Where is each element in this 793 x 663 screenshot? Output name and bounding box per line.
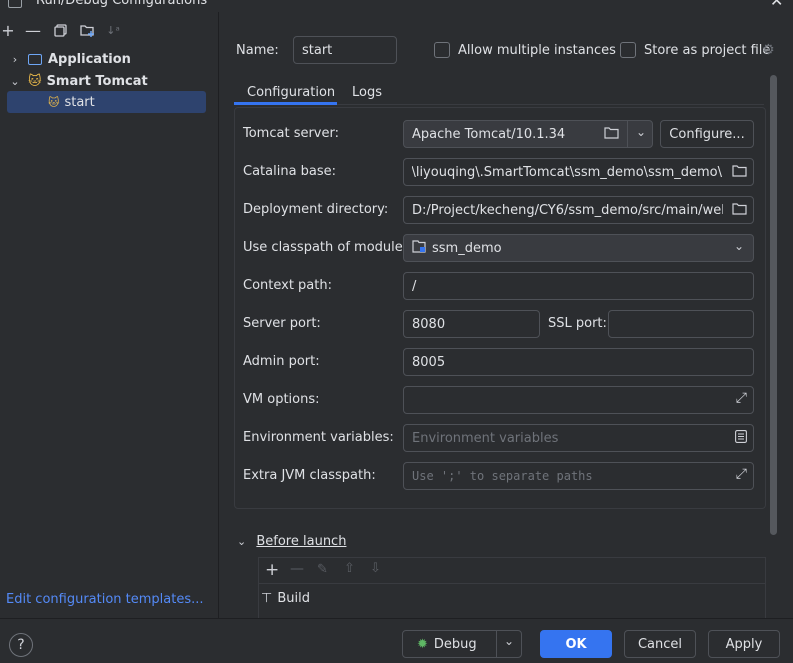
extra-jvm-label: Extra JVM classpath: <box>243 468 376 483</box>
server-port-input[interactable]: 8080 <box>403 310 540 338</box>
tomcat-icon: 🐱 <box>48 95 60 109</box>
context-path-input[interactable]: / <box>403 272 754 300</box>
before-launch-header[interactable]: ⌄ Before launch <box>237 534 346 549</box>
copy-icon[interactable] <box>50 20 70 40</box>
classpath-module-label: Use classpath of module: <box>243 240 408 255</box>
env-vars-placeholder: Environment variables <box>412 430 559 446</box>
configuration-tree-panel: + — ↓ᵃ › Application ⌄ 🐱 Smart Tomcat 🐱 … <box>0 12 219 618</box>
before-launch-list: ⊤ Build <box>258 583 766 623</box>
catalina-base-input[interactable]: \Users\liyouqing\.SmartTomcat\ssm_demo\s… <box>403 158 754 186</box>
application-icon <box>28 53 42 65</box>
window-title: Run/Debug Configurations <box>36 0 208 8</box>
env-vars-label: Environment variables: <box>243 430 394 445</box>
tree-item-label: Smart Tomcat <box>46 73 148 89</box>
edit-templates-link[interactable]: Edit configuration templates... <box>6 592 204 607</box>
dialog-footer: ? ✹ Debug ⌄ OK Cancel Apply <box>0 618 793 663</box>
ssl-port-label: SSL port: <box>548 316 607 331</box>
admin-port-label: Admin port: <box>243 354 320 369</box>
ok-button[interactable]: OK <box>540 630 612 658</box>
tomcat-server-select[interactable]: Apache Tomcat/10.1.34 ⌄ <box>403 120 653 148</box>
close-icon[interactable]: ✕ <box>770 0 783 10</box>
configuration-editor: Name: start Allow multiple instances Sto… <box>220 12 793 623</box>
debug-label: Debug <box>433 636 477 652</box>
apply-button[interactable]: Apply <box>708 630 780 658</box>
server-port-label: Server port: <box>243 316 321 331</box>
list-item[interactable]: ⊤ Build <box>261 591 310 606</box>
expand-icon[interactable]: ⤢ <box>736 466 747 482</box>
before-launch-item-label: Build <box>277 591 310 606</box>
tab-logs[interactable]: Logs <box>352 85 382 100</box>
folder-icon[interactable] <box>732 164 747 181</box>
extra-jvm-placeholder: Use ';' to separate paths <box>412 469 593 483</box>
module-icon <box>412 239 426 257</box>
expand-icon[interactable]: ⤢ <box>736 390 747 406</box>
gear-icon[interactable]: ⚙ <box>762 42 775 58</box>
list-icon[interactable] <box>735 430 747 447</box>
help-icon[interactable]: ? <box>9 633 33 657</box>
chevron-down-icon[interactable]: ⌄ <box>734 239 744 253</box>
catalina-base-value: \Users\liyouqing\.SmartTomcat\ssm_demo\s… <box>412 164 722 180</box>
deployment-dir-value: D:/Project/kecheng/CY6/ssm_demo/src/main… <box>412 202 723 218</box>
tree-item-application[interactable]: › Application <box>0 48 219 70</box>
deployment-dir-label: Deployment directory: <box>243 202 389 217</box>
tree-toolbar: + — ↓ᵃ <box>0 20 219 42</box>
before-launch-title: Before launch <box>256 534 347 549</box>
before-launch-toolbar: + — ✎ ⇧ ⇩ <box>258 557 766 584</box>
chevron-down-icon[interactable]: ⌄ <box>636 125 646 139</box>
allow-multiple-checkbox[interactable] <box>434 42 450 58</box>
debug-icon: ✹ <box>417 636 428 652</box>
tomcat-server-label: Tomcat server: <box>243 126 339 141</box>
tree-item-label: Application <box>48 51 131 67</box>
build-icon: ⊤ <box>261 591 273 606</box>
deployment-dir-input[interactable]: D:/Project/kecheng/CY6/ssm_demo/src/main… <box>403 196 754 224</box>
vm-options-input[interactable]: ⤢ <box>403 386 754 414</box>
context-path-label: Context path: <box>243 278 332 293</box>
remove-icon[interactable]: — <box>290 561 304 577</box>
admin-port-input[interactable]: 8005 <box>403 348 754 376</box>
tomcat-server-value: Apache Tomcat/10.1.34 <box>412 126 566 142</box>
allow-multiple-label: Allow multiple instances <box>458 43 616 58</box>
env-vars-input[interactable]: Environment variables <box>403 424 754 452</box>
name-label: Name: <box>236 43 279 58</box>
module-value: ssm_demo <box>432 240 502 256</box>
tree-item-label: start <box>64 94 95 110</box>
store-project-label: Store as project file <box>644 43 771 58</box>
app-icon <box>8 0 22 8</box>
store-project-checkbox[interactable] <box>620 42 636 58</box>
title-bar: Run/Debug Configurations ✕ <box>0 0 793 12</box>
configure-button[interactable]: Configure... <box>660 120 754 148</box>
name-input[interactable]: start <box>293 36 397 64</box>
folder-icon[interactable] <box>732 202 747 219</box>
new-folder-icon[interactable] <box>77 20 97 40</box>
sort-icon[interactable]: ↓ᵃ <box>103 20 123 40</box>
tree-item-smart-tomcat[interactable]: ⌄ 🐱 Smart Tomcat <box>0 70 219 92</box>
ssl-port-input[interactable] <box>608 310 754 338</box>
split-divider <box>496 631 497 657</box>
extra-jvm-input[interactable]: Use ';' to separate paths ⤢ <box>403 462 754 490</box>
combo-divider <box>627 121 628 147</box>
active-tab-indicator <box>234 102 337 105</box>
tomcat-icon: 🐱 <box>28 73 42 89</box>
classpath-module-select[interactable]: ssm_demo ⌄ <box>403 234 754 262</box>
chevron-down-icon[interactable]: ⌄ <box>237 535 246 548</box>
add-icon[interactable]: + <box>265 560 279 580</box>
debug-button[interactable]: ✹ Debug ⌄ <box>402 630 522 658</box>
tab-configuration[interactable]: Configuration <box>247 85 335 100</box>
catalina-base-label: Catalina base: <box>243 164 337 179</box>
move-up-icon[interactable]: ⇧ <box>344 561 355 576</box>
vm-options-label: VM options: <box>243 392 320 407</box>
chevron-down-icon[interactable]: ⌄ <box>504 634 514 648</box>
tree-item-start[interactable]: 🐱 start <box>7 91 206 113</box>
chevron-right-icon[interactable]: › <box>8 53 22 66</box>
edit-icon[interactable]: ✎ <box>317 562 328 577</box>
folder-icon[interactable] <box>604 126 619 143</box>
chevron-down-icon[interactable]: ⌄ <box>8 75 22 88</box>
cancel-button[interactable]: Cancel <box>624 630 696 658</box>
remove-icon[interactable]: — <box>23 20 43 40</box>
move-down-icon[interactable]: ⇩ <box>370 561 381 576</box>
scrollbar[interactable] <box>770 75 777 535</box>
add-icon[interactable]: + <box>0 20 18 40</box>
